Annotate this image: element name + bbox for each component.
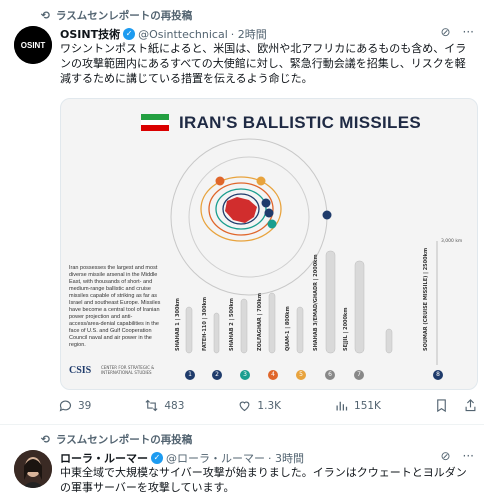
repost-label: ラスムセンレポートの再投稿 xyxy=(56,434,193,446)
badge-5: 5 xyxy=(296,370,306,380)
views-button[interactable]: 151K xyxy=(334,398,381,413)
tweet-media-image[interactable]: IRAN'S BALLISTIC MISSILES Iran possesses… xyxy=(60,98,478,390)
grok-icon[interactable]: ⊘ xyxy=(440,449,450,463)
repost-label: ラスムセンレポートの再投稿 xyxy=(56,10,193,22)
timestamp[interactable]: · 2時間 xyxy=(231,26,267,42)
missile-label: SHAHAB 3/EMAD/GHADR | 2000km xyxy=(313,254,319,351)
like-count: 1.3K xyxy=(257,399,282,412)
badge-6: 6 xyxy=(325,370,335,380)
missile-label: SHAHAB 1 | 300km xyxy=(175,297,181,351)
reply-button[interactable]: 39 xyxy=(58,398,91,413)
missile-label: FATEH-110 | 300km xyxy=(202,296,208,351)
badge-2: 2 xyxy=(212,370,222,380)
avatar[interactable]: OSINT xyxy=(14,26,52,64)
view-count: 151K xyxy=(354,399,381,412)
tweet-text: 中東全域で大規模なサイバー攻撃が始まりました。イランはクウェートとヨルダンの軍事… xyxy=(60,466,467,494)
grok-icon[interactable]: ⊘ xyxy=(440,25,450,39)
reply-icon xyxy=(59,400,72,412)
share-icon[interactable] xyxy=(463,398,478,413)
badge-3: 3 xyxy=(240,370,250,380)
missile-label: ZOLFAGHAR | 700km xyxy=(257,292,263,351)
repost-indicator[interactable]: ⟲ ラスムセンレポートの再投稿 xyxy=(34,432,193,447)
badge-4: 4 xyxy=(268,370,278,380)
heart-icon xyxy=(239,401,250,412)
more-options-icon[interactable]: ··· xyxy=(463,25,474,39)
badge-1: 1 xyxy=(185,370,195,380)
tweet-divider xyxy=(0,424,484,425)
repost-icon xyxy=(145,399,158,412)
badge-8: 8 xyxy=(433,370,443,380)
tweet-text: ワシントンポスト紙によると、米国は、欧州や北アフリカにあるものも含め、イランの攻… xyxy=(60,42,467,85)
repost-icon: ⟲ xyxy=(40,9,50,22)
tweet-action-bar: 39 483 1.3K 151K xyxy=(58,398,478,413)
author-handle[interactable]: @Osinttechnical xyxy=(138,28,228,41)
tweet-menu: ⊘ ··· xyxy=(440,25,474,39)
author-name[interactable]: OSINT技術 xyxy=(60,26,120,42)
more-options-icon[interactable]: ··· xyxy=(463,449,474,463)
missile-label: SOUMAR (CRUISE MISSILE) | 2500km xyxy=(423,247,429,351)
tweet-header: OSINT技術 ✓ @Osinttechnical · 2時間 xyxy=(60,26,267,42)
repost-indicator[interactable]: ⟲ ラスムセンレポートの再投稿 xyxy=(34,8,193,23)
svg-text:OSINT: OSINT xyxy=(21,41,46,50)
author-name[interactable]: ローラ・ルーマー xyxy=(60,450,148,466)
reply-count: 39 xyxy=(78,399,92,412)
author-handle[interactable]: @ローラ・ルーマー xyxy=(166,450,265,466)
verified-badge-icon: ✓ xyxy=(123,28,136,40)
verified-badge-icon: ✓ xyxy=(151,452,163,464)
tweet-header: ローラ・ルーマー ✓ @ローラ・ルーマー · 3時間 xyxy=(60,450,304,466)
timestamp[interactable]: · 3時間 xyxy=(268,450,304,466)
missile-label: SHAHAB 2 | 500km xyxy=(229,297,235,351)
bookmark-icon[interactable] xyxy=(434,398,449,413)
share-group xyxy=(434,398,478,413)
badge-7: 7 xyxy=(354,370,364,380)
like-button[interactable]: 1.3K xyxy=(237,398,281,413)
tweet-menu: ⊘ ··· xyxy=(440,449,474,463)
avatar[interactable] xyxy=(14,450,52,488)
repost-icon: ⟲ xyxy=(40,433,50,446)
repost-button[interactable]: 483 xyxy=(144,398,184,413)
missile-label: QIAM-1 | 800km xyxy=(285,306,291,351)
missile-label: SEJJIL | 2000km xyxy=(343,307,349,351)
csis-subtitle: CENTER FOR STRATEGIC & INTERNATIONAL STU… xyxy=(101,365,155,375)
repost-count: 483 xyxy=(164,399,185,412)
analytics-icon xyxy=(336,401,348,411)
csis-logo: CSIS xyxy=(69,365,92,376)
